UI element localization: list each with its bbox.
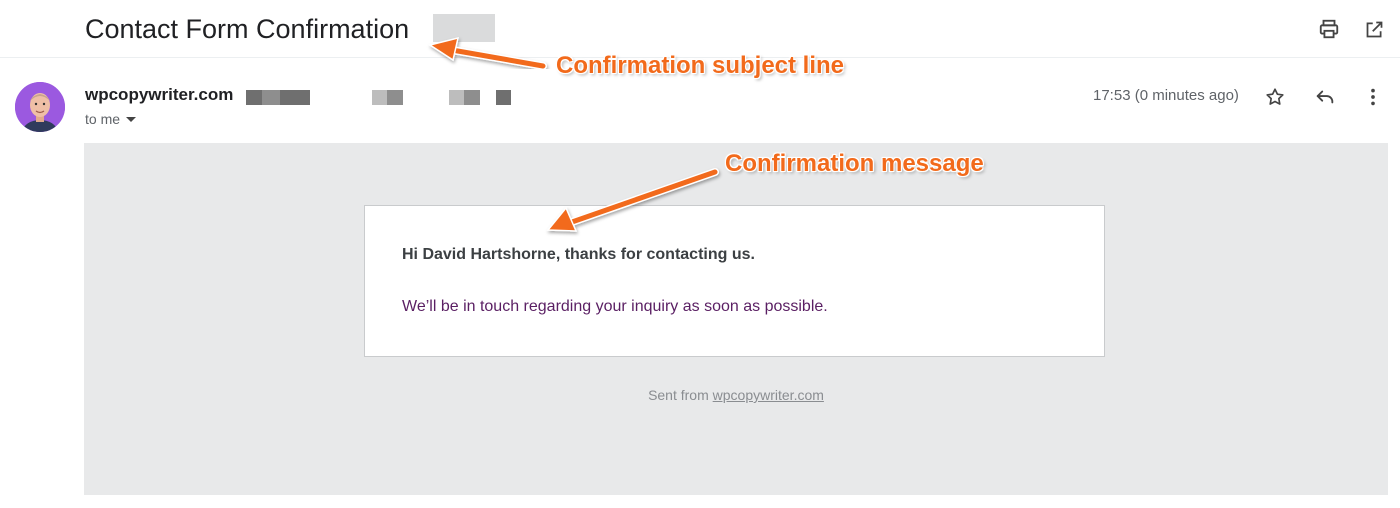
print-icon[interactable] xyxy=(1315,15,1343,43)
redacted-block xyxy=(464,90,480,105)
redacted-block xyxy=(387,90,403,105)
subject-line-annotation: Confirmation subject line xyxy=(556,52,845,79)
email-timestamp: 17:53 (0 minutes ago) xyxy=(1093,87,1239,104)
sent-from-prefix: Sent from xyxy=(648,387,713,403)
redacted-block xyxy=(246,90,262,105)
avatar[interactable] xyxy=(15,82,65,132)
redacted-block xyxy=(280,90,310,105)
recipient-label: to me xyxy=(85,111,121,127)
redacted-block xyxy=(372,90,387,105)
redacted-block xyxy=(433,14,495,42)
greeting-text: Hi David Hartshorne, thanks for contacti… xyxy=(402,246,755,263)
redacted-block xyxy=(449,90,464,105)
recipient-details-toggle[interactable]: to me xyxy=(85,111,137,127)
sent-from-link[interactable]: wpcopywriter.com xyxy=(713,387,824,403)
open-in-new-window-icon[interactable] xyxy=(1360,15,1388,43)
message-annotation: Confirmation message xyxy=(725,150,984,177)
confirmation-message-text: We’ll be in touch regarding your inquiry… xyxy=(402,298,828,315)
redacted-block xyxy=(496,90,511,105)
email-subject: Contact Form Confirmation xyxy=(85,14,410,44)
redacted-block xyxy=(262,90,280,105)
subject-arrow xyxy=(428,36,547,70)
more-vertical-icon[interactable] xyxy=(1358,82,1388,112)
chevron-down-icon xyxy=(126,116,137,122)
sender-name[interactable]: wpcopywriter.com xyxy=(85,85,233,105)
confirmation-card xyxy=(364,205,1105,357)
sent-from-footer: Sent from wpcopywriter.com xyxy=(0,387,1400,403)
star-icon[interactable] xyxy=(1260,82,1290,112)
reply-icon[interactable] xyxy=(1310,82,1340,112)
